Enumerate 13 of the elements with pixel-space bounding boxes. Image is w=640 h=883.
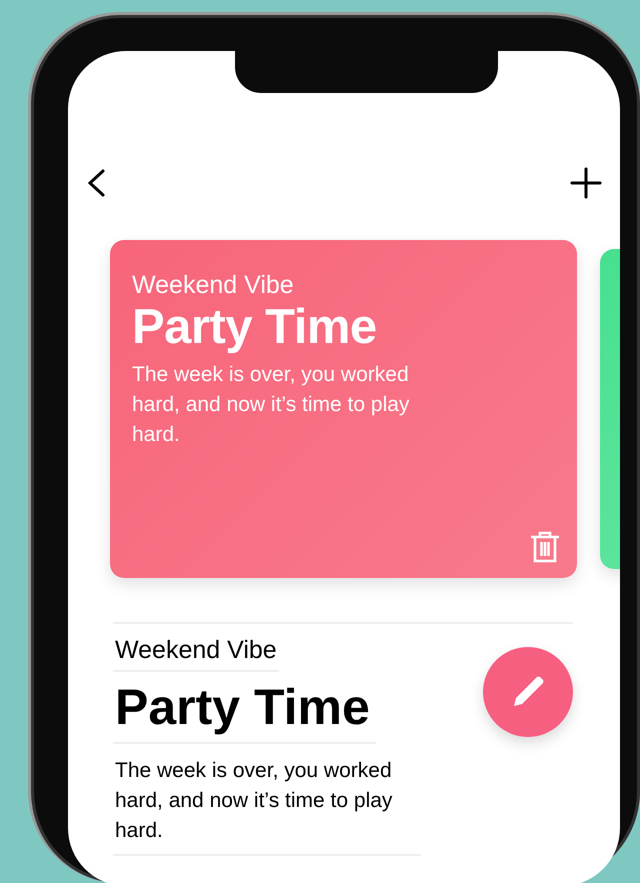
card-title: Party Time — [132, 300, 378, 354]
plus-icon — [570, 167, 602, 199]
chevron-left-icon — [86, 169, 106, 197]
trash-icon — [529, 530, 561, 564]
card-subtitle: Weekend Vibe — [132, 270, 295, 300]
detail-description: The week is over, you worked hard, and now it’s time to play hard. — [113, 744, 421, 856]
add-button[interactable] — [570, 167, 602, 199]
delete-button[interactable] — [529, 530, 561, 564]
detail-subtitle: Weekend Vibe — [113, 632, 279, 672]
detail-title: Party Time — [113, 672, 376, 744]
card[interactable]: Weekend Vibe Party Time The week is over, you worked hard, and now it’s time to play hard. — [110, 240, 577, 578]
back-button[interactable] — [86, 169, 106, 197]
card-description: The week is over, you worked hard, and now it’s time to play hard. — [132, 362, 410, 448]
